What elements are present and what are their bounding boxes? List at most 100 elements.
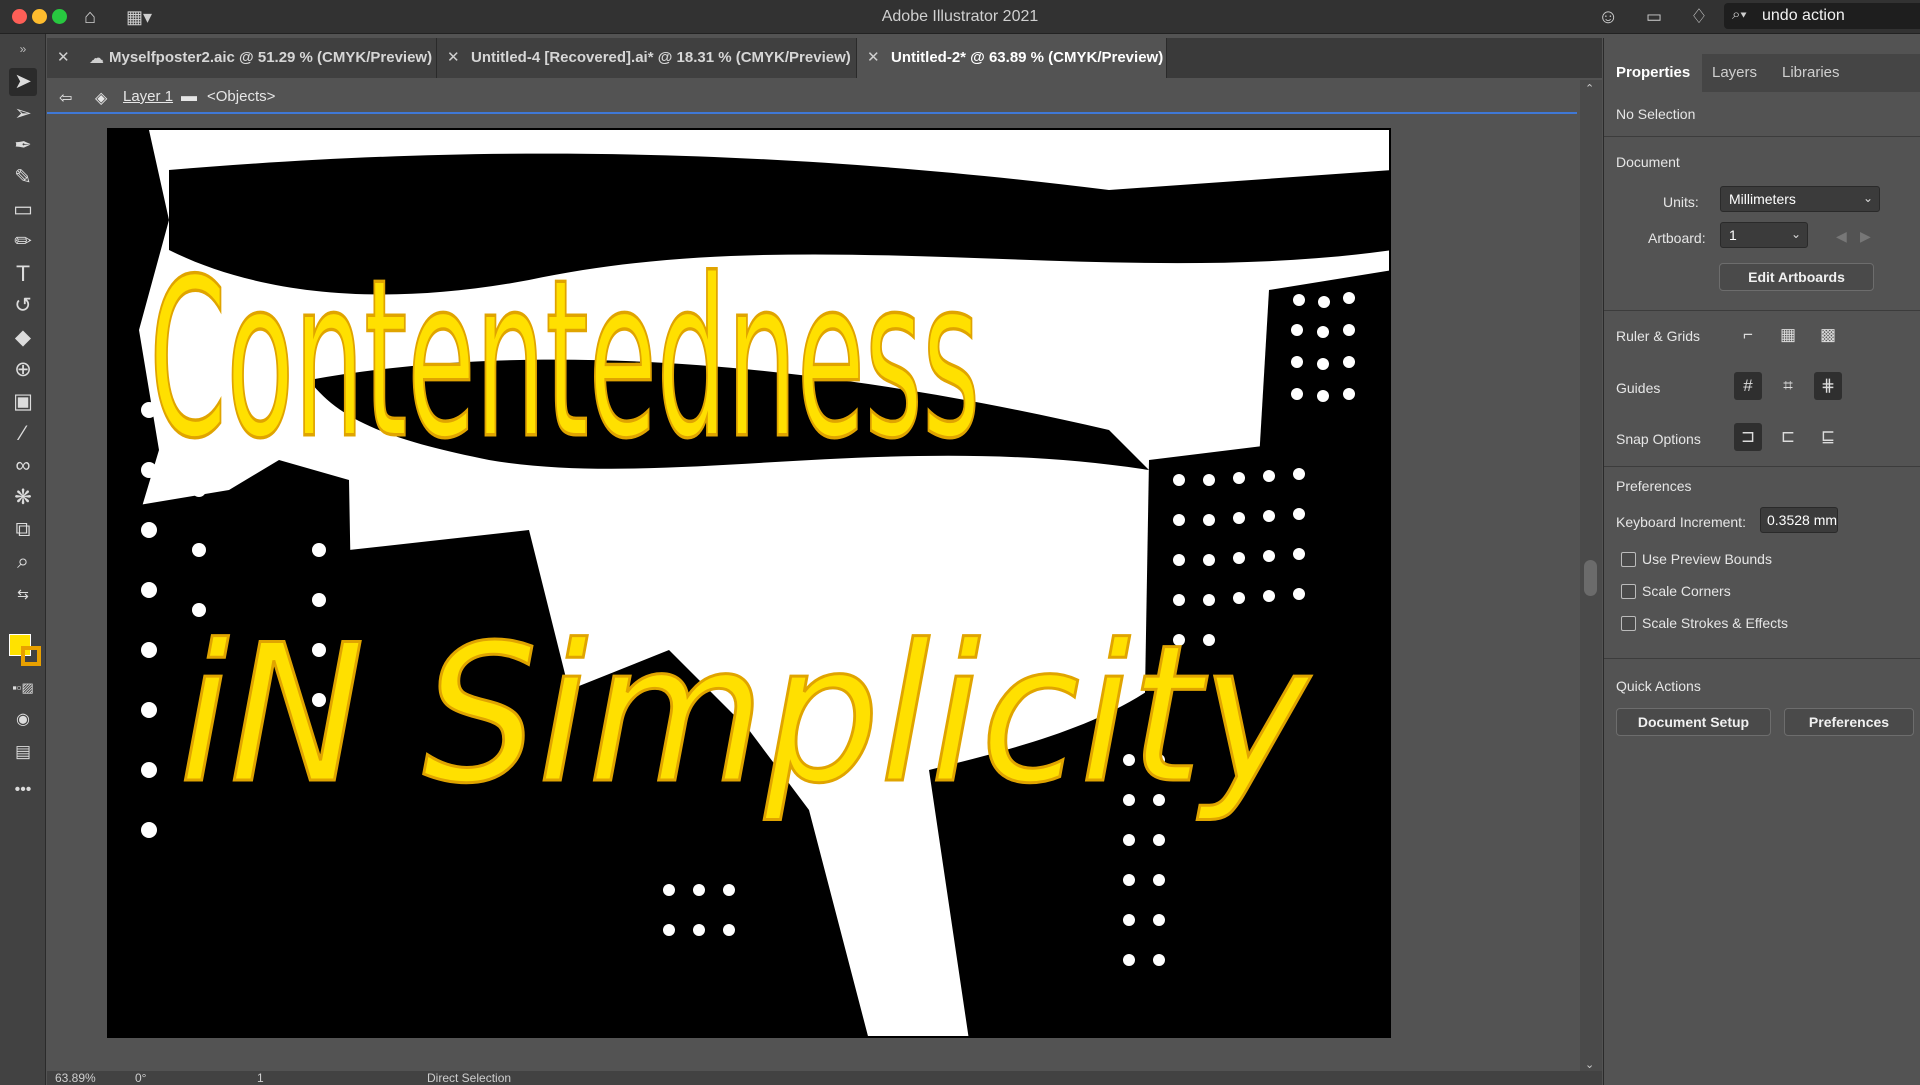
scroll-up-icon[interactable]: ⌃ <box>1585 82 1594 95</box>
divider <box>1604 466 1920 467</box>
document-setup-button[interactable]: Document Setup <box>1616 708 1771 736</box>
document-tab[interactable]: ✕ Untitled-4 [Recovered].ai* @ 18.31 % (… <box>437 38 857 78</box>
use-preview-bounds-checkbox[interactable] <box>1621 552 1636 567</box>
search-box[interactable]: ⌕▾ <box>1724 3 1920 29</box>
artboard-navigator[interactable]: 1 <box>257 1071 264 1085</box>
gradient-tool-icon[interactable]: ▣ <box>9 388 37 416</box>
pen-tool-icon[interactable]: ✒ <box>9 132 37 160</box>
scale-strokes-effects-checkbox[interactable] <box>1621 616 1636 631</box>
breadcrumb-layer[interactable]: Layer 1 <box>123 88 173 105</box>
show-guides-icon[interactable]: # <box>1734 372 1762 400</box>
poster-artwork[interactable]: Contentedness iN Simplicity <box>109 130 1391 1038</box>
more-tools-icon[interactable]: ••• <box>9 776 37 804</box>
scale-corners-checkbox[interactable] <box>1621 584 1636 599</box>
direct-selection-tool-icon[interactable]: ➢ <box>9 100 37 128</box>
smart-guides-icon[interactable]: ⋕ <box>1814 372 1842 400</box>
tab-label: Myselfposter2.aic @ 51.29 % (CMYK/Previe… <box>109 49 433 66</box>
units-label: Units: <box>1663 194 1699 210</box>
artboard-dropdown[interactable]: 1 ⌄ <box>1720 222 1808 248</box>
scrollbar-thumb[interactable] <box>1584 560 1597 596</box>
guides-label: Guides <box>1616 380 1661 396</box>
status-bar: 63.89% 0° 1 Direct Selection <box>47 1071 1602 1085</box>
eyedropper-tool-icon[interactable]: ⁄ <box>9 420 37 448</box>
share-user-icon[interactable]: ☺ <box>1598 5 1618 29</box>
lock-guides-icon[interactable]: ⌗ <box>1774 372 1802 400</box>
divider <box>1604 136 1920 137</box>
isolation-breadcrumb-bar: ⇦ ◈ Layer 1 ▬ <Objects> <box>47 80 1577 114</box>
chevron-down-icon: ⌄ <box>1862 191 1873 205</box>
artboard-label: Artboard: <box>1648 230 1706 246</box>
preferences-heading: Preferences <box>1616 478 1692 494</box>
type-tool-icon[interactable]: T <box>9 260 37 288</box>
close-tab-icon[interactable]: ✕ <box>57 48 70 66</box>
zoom-level[interactable]: 63.89% <box>55 1071 96 1085</box>
scroll-down-icon[interactable]: ⌄ <box>1585 1058 1594 1071</box>
artboard[interactable]: Contentedness iN Simplicity <box>107 128 1391 1038</box>
shape-builder-tool-icon[interactable]: ⊕ <box>9 356 37 384</box>
divider <box>1604 658 1920 659</box>
properties-panel: Properties Layers Libraries No Selection… <box>1603 38 1920 1085</box>
document-tab[interactable]: ✕ ☁ Myselfposter2.aic @ 51.29 % (CMYK/Pr… <box>47 38 437 78</box>
current-tool-status: Direct Selection <box>427 1071 512 1085</box>
divider <box>1604 310 1920 311</box>
grid-icon[interactable]: ▦ <box>1774 321 1802 349</box>
discover-lightbulb-icon[interactable]: ♢ <box>1690 5 1708 29</box>
document-tab-active[interactable]: ✕ Untitled-2* @ 63.89 % (CMYK/Preview) <box>857 38 1167 78</box>
folder-icon: ▬ <box>181 88 197 105</box>
document-tab-bar: ✕ ☁ Myselfposter2.aic @ 51.29 % (CMYK/Pr… <box>47 38 1602 78</box>
next-artboard-icon[interactable]: ▶ <box>1860 228 1871 245</box>
swap-fill-stroke-icon[interactable]: ⇆ <box>9 580 37 608</box>
zoom-tool-icon[interactable]: ⌕ <box>9 548 37 576</box>
collapse-toolbar-icon[interactable]: » <box>9 42 37 56</box>
transparency-grid-icon[interactable]: ▩ <box>1814 321 1842 349</box>
stroke-swatch[interactable] <box>21 646 41 666</box>
canvas-vertical-scrollbar[interactable]: ⌃ ⌄ <box>1580 80 1602 1075</box>
rectangle-tool-icon[interactable]: ▭ <box>9 196 37 224</box>
document-heading: Document <box>1616 154 1680 170</box>
tools-panel: » ➤ ➢ ✒ ✎ ▭ ✏ T ↺ ◆ ⊕ ▣ ⁄ ∞ ❋ ⧉ ⌕ ⇆ ▪▫▨ … <box>0 34 46 1085</box>
arrange-documents-icon[interactable]: ▭ <box>1646 5 1662 29</box>
units-dropdown[interactable]: Millimeters ⌄ <box>1720 186 1880 212</box>
snap-to-glyph-icon[interactable]: ⊑ <box>1814 423 1842 451</box>
ruler-grids-label: Ruler & Grids <box>1616 328 1701 344</box>
paintbrush-tool-icon[interactable]: ✏ <box>9 228 37 256</box>
scale-strokes-effects-label: Scale Strokes & Effects <box>1642 615 1789 631</box>
keyboard-increment-field[interactable]: 0.3528 mm <box>1760 507 1838 533</box>
selection-tool-icon[interactable]: ➤ <box>9 68 37 96</box>
draw-mode-icon[interactable]: ◉ <box>9 706 37 734</box>
panel-tabs: Properties Layers Libraries <box>1604 54 1920 92</box>
blend-tool-icon[interactable]: ∞ <box>9 452 37 480</box>
color-mode-icon[interactable]: ▪▫▨ <box>9 674 37 702</box>
preferences-button[interactable]: Preferences <box>1784 708 1914 736</box>
curvature-tool-icon[interactable]: ✎ <box>9 164 37 192</box>
close-tab-icon[interactable]: ✕ <box>867 48 880 66</box>
use-preview-bounds-label: Use Preview Bounds <box>1642 551 1772 567</box>
screen-mode-icon[interactable]: ▤ <box>9 738 37 766</box>
eraser-tool-icon[interactable]: ◆ <box>9 324 37 352</box>
search-input[interactable] <box>1762 6 1912 26</box>
snap-to-point-icon[interactable]: ⊐ <box>1734 423 1762 451</box>
cloud-document-icon: ☁ <box>89 50 104 67</box>
tab-libraries[interactable]: Libraries <box>1770 54 1852 92</box>
ruler-icon[interactable]: ⌐ <box>1734 321 1762 349</box>
headline-in-simplicity[interactable]: iN Simplicity <box>178 603 1313 827</box>
headline-contentedness[interactable]: Contentedness <box>148 232 981 488</box>
app-title: Adobe Illustrator 2021 <box>881 8 1039 25</box>
symbol-sprayer-tool-icon[interactable]: ❋ <box>9 484 37 512</box>
rotation-value[interactable]: 0° <box>135 1071 146 1085</box>
edit-artboards-button[interactable]: Edit Artboards <box>1719 263 1874 291</box>
scale-corners-label: Scale Corners <box>1642 583 1731 599</box>
snap-options-label: Snap Options <box>1616 431 1701 447</box>
back-arrow-icon[interactable]: ⇦ <box>59 88 72 108</box>
snap-to-pixel-icon[interactable]: ⊏ <box>1774 423 1802 451</box>
quick-actions-heading: Quick Actions <box>1616 678 1701 694</box>
close-tab-icon[interactable]: ✕ <box>447 48 460 66</box>
tab-properties[interactable]: Properties <box>1604 54 1703 92</box>
rotate-tool-icon[interactable]: ↺ <box>9 292 37 320</box>
chevron-down-icon: ⌄ <box>1790 227 1801 241</box>
artboard-tool-icon[interactable]: ⧉ <box>9 516 37 544</box>
tab-layers[interactable]: Layers <box>1700 54 1769 92</box>
breadcrumb-objects[interactable]: <Objects> <box>207 88 275 105</box>
canvas[interactable]: Contentedness iN Simplicity <box>47 116 1577 1071</box>
previous-artboard-icon[interactable]: ◀ <box>1836 228 1847 245</box>
